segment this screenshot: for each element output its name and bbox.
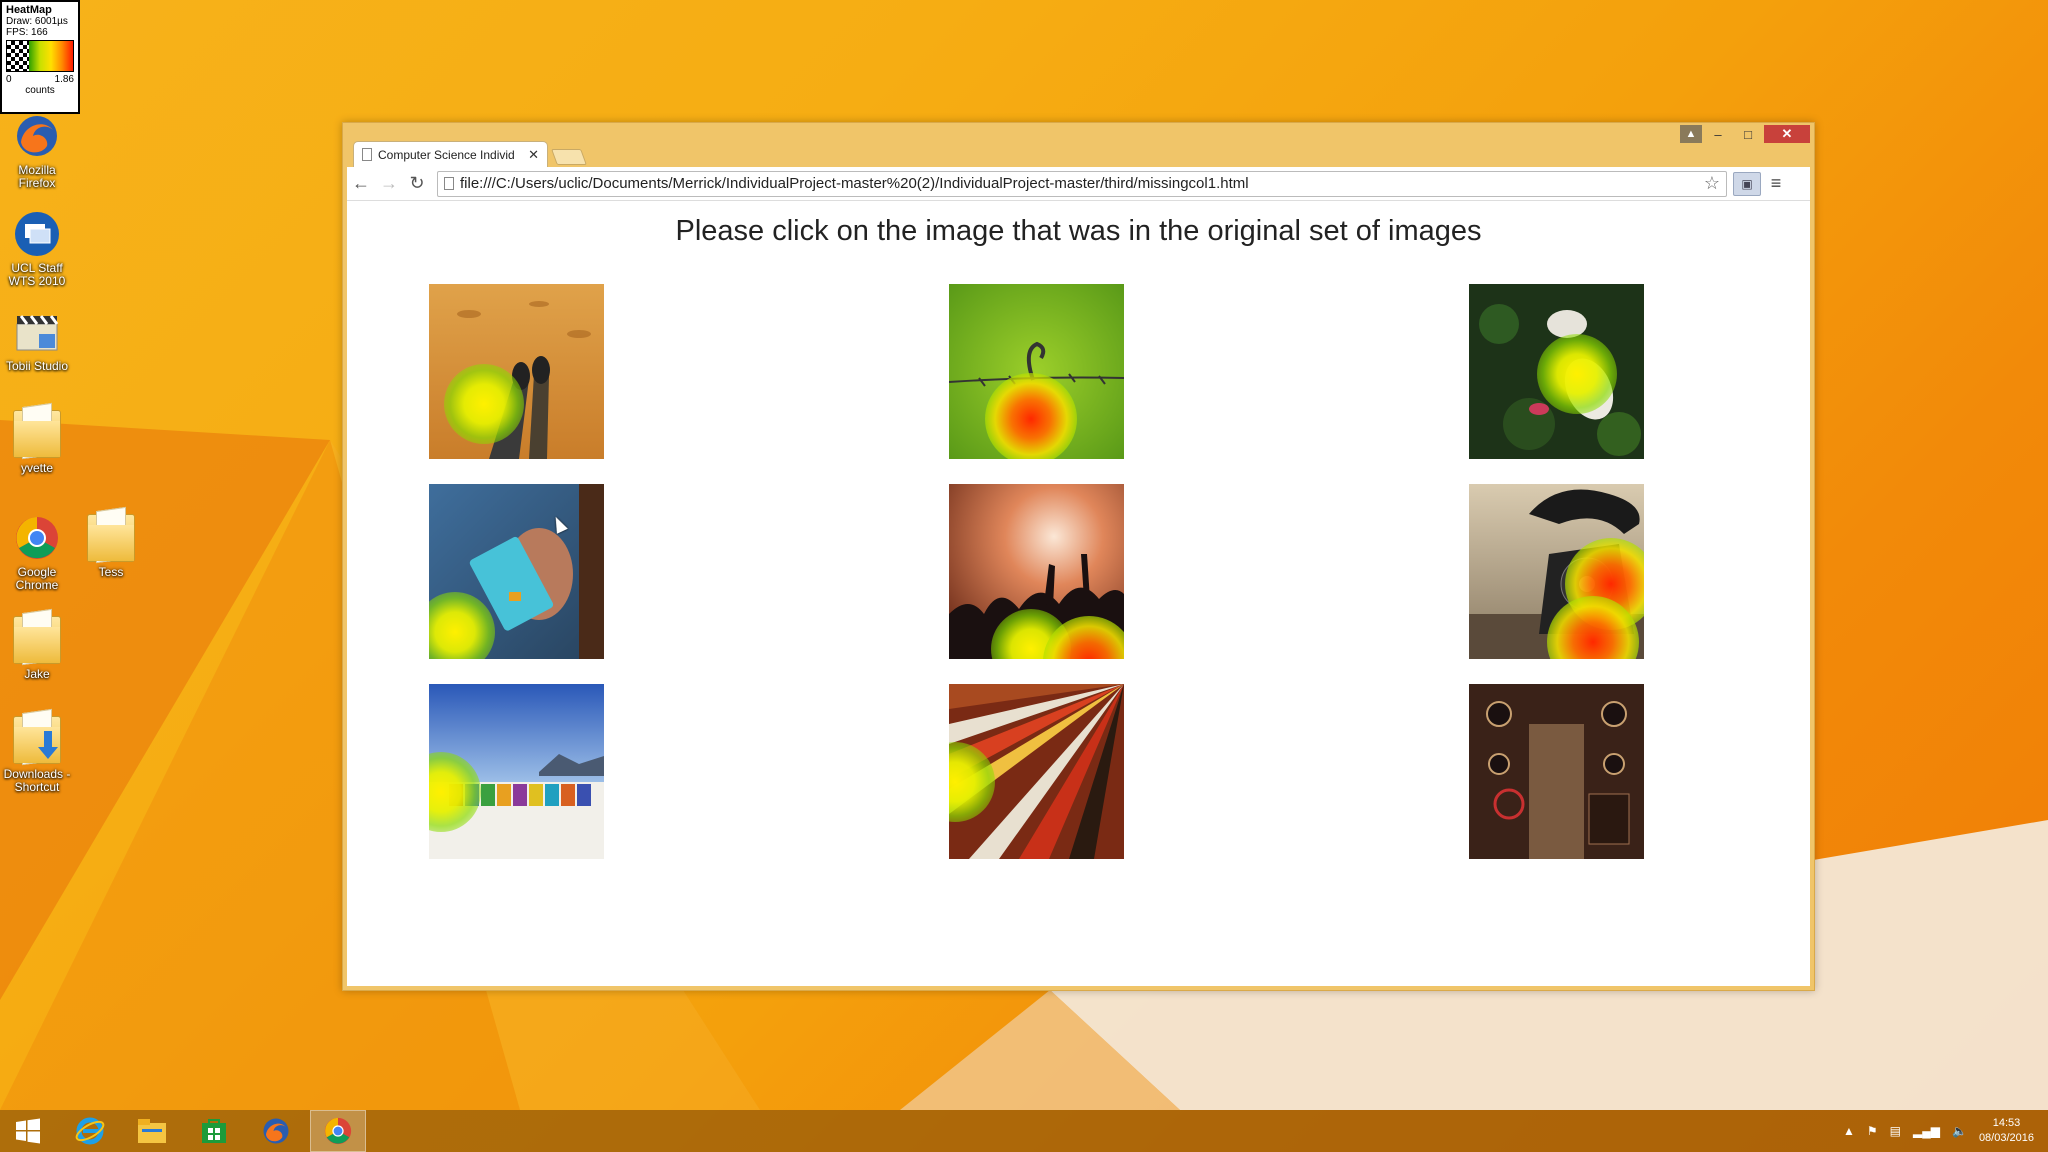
action-center-flag-icon[interactable]: ⚑ (1867, 1124, 1878, 1138)
clock-date: 08/03/2016 (1978, 1132, 2034, 1144)
colourful-rug-image (949, 684, 1124, 859)
desktop-icon-google-chrome[interactable]: Google Chrome (2, 514, 72, 592)
credit-card-image (429, 484, 604, 659)
image-option-machine-room[interactable] (1469, 684, 1644, 859)
page-icon (362, 148, 372, 161)
folder-icon (87, 514, 135, 562)
signal-bars-icon[interactable]: ▂▄▆ (1913, 1124, 1940, 1138)
taskbar-file-explorer[interactable] (124, 1110, 180, 1152)
bookmark-star-icon[interactable]: ☆ (1704, 173, 1720, 194)
extension-icon[interactable]: ▣ (1733, 171, 1761, 196)
browser-tab[interactable]: Computer Science Individ ✕ (353, 141, 548, 167)
start-button[interactable] (0, 1110, 56, 1152)
desktop-icon-tess[interactable]: Tess (76, 514, 146, 579)
image-option-credit-card[interactable] (429, 484, 604, 659)
forward-arrow-icon[interactable]: → (375, 173, 403, 194)
internet-explorer-icon (75, 1117, 105, 1145)
taskbar: ▲ ⚑ ▤ ▂▄▆ 🔈 14:53 08/03/2016 (0, 1110, 2048, 1152)
clock-time: 14:53 (1992, 1117, 2021, 1129)
heatmap-draw-time: Draw: 6001µs (6, 16, 68, 27)
heatmap-gradient (29, 41, 73, 71)
start-icon (16, 1118, 40, 1144)
address-bar[interactable]: file:///C:/Users/uclic/Documents/Merrick… (437, 170, 1727, 197)
white-flower-image (1469, 284, 1644, 459)
file-explorer-icon (138, 1119, 166, 1143)
heatmap-units: counts (25, 85, 55, 96)
firefox-icon (263, 1118, 289, 1144)
folder-icon (13, 616, 61, 664)
desktop-icon-label: yvette (20, 461, 53, 475)
image-option-beach-huts[interactable] (429, 684, 604, 859)
back-arrow-icon[interactable]: ← (347, 173, 375, 194)
network-device-icon[interactable]: ▤ (1890, 1124, 1901, 1138)
reload-icon[interactable]: ↻ (403, 173, 431, 194)
desert-feet-image (429, 284, 604, 459)
desktop-icon-label: Tess (98, 565, 124, 579)
image-option-desert-feet[interactable] (429, 284, 604, 459)
desktop-icon-yvette[interactable]: yvette (2, 410, 72, 475)
heatmap-range-min: 0 (6, 74, 12, 85)
heatmap-range-max: 1.86 (54, 74, 74, 85)
taskbar-clock[interactable]: 14:53 08/03/2016 (1979, 1116, 2034, 1146)
browser-toolbar: ← → ↻ file:///C:/Users/uclic/Documents/M… (347, 167, 1810, 201)
chrome-browser-window: ▲ – □ ✕ Computer Science Individ ✕ ← → ↻… (342, 122, 1815, 991)
remote-desktop-icon (13, 210, 61, 258)
close-button[interactable]: ✕ (1764, 125, 1810, 143)
file-page-icon (444, 177, 454, 190)
heatmap-title: HeatMap (6, 4, 52, 16)
desktop-icon-label: Jake (24, 667, 50, 681)
desktop-icon-label: Google Chrome (15, 565, 59, 592)
address-url[interactable]: file:///C:/Users/uclic/Documents/Merrick… (460, 175, 1698, 192)
minimize-button[interactable]: – (1704, 125, 1732, 143)
desktop-icon-downloads-shortcut[interactable]: Downloads - Shortcut (2, 716, 72, 794)
new-tab-button[interactable] (551, 149, 587, 165)
user-icon[interactable]: ▲ (1680, 125, 1702, 143)
desktop-icon-label: Tobii Studio (5, 359, 69, 373)
maximize-button[interactable]: □ (1734, 125, 1762, 143)
tab-title: Computer Science Individ (378, 147, 515, 162)
desktop-icon-tobii-studio[interactable]: Tobii Studio (2, 308, 72, 373)
window-controls: ▲ – □ ✕ (1680, 125, 1810, 143)
heatmap-legend: HeatMap Draw: 6001µs FPS: 166 0 1.86 cou… (0, 0, 80, 114)
desktop-icon-jake[interactable]: Jake (2, 616, 72, 681)
page-heading: Please click on the image that was in th… (675, 215, 1482, 247)
heatmap-transparent-swatch (7, 41, 29, 71)
barbed-wire-image (949, 284, 1124, 459)
image-option-concert-crowd[interactable] (949, 484, 1124, 659)
desktop-icon-label: Downloads - Shortcut (3, 767, 71, 794)
desktop-icon-label: UCL Staff WTS 2010 (8, 261, 66, 288)
taskbar-firefox[interactable] (248, 1110, 304, 1152)
menu-hamburger-icon[interactable]: ≡ (1761, 173, 1791, 194)
store-icon (202, 1119, 226, 1143)
taskbar-store[interactable] (186, 1110, 242, 1152)
chrome-icon (324, 1117, 352, 1145)
chrome-icon (13, 514, 61, 562)
firefox-icon (13, 112, 61, 160)
page-viewport: Please click on the image that was in th… (347, 201, 1810, 986)
image-option-white-flower[interactable] (1469, 284, 1644, 459)
show-hidden-icons-chevron-icon[interactable]: ▲ (1843, 1124, 1855, 1138)
image-option-rotary-telephone[interactable] (1469, 484, 1644, 659)
image-option-barbed-wire[interactable] (949, 284, 1124, 459)
rotary-telephone-image (1469, 484, 1644, 659)
folder-icon (13, 410, 61, 458)
tab-strip: Computer Science Individ ✕ (353, 139, 587, 167)
desktop-icon-ucl-staff-wts[interactable]: UCL Staff WTS 2010 (2, 210, 72, 288)
system-tray: ▲ ⚑ ▤ ▂▄▆ 🔈 14:53 08/03/2016 (1843, 1110, 2034, 1152)
beach-huts-image (429, 684, 604, 859)
image-option-colourful-rug[interactable] (949, 684, 1124, 859)
concert-crowd-image (949, 484, 1124, 659)
volume-icon[interactable]: 🔈 (1952, 1124, 1967, 1138)
machine-room-image (1469, 684, 1644, 859)
tab-close-icon[interactable]: ✕ (528, 147, 539, 163)
taskbar-chrome[interactable] (310, 1110, 366, 1152)
heatmap-fps: FPS: 166 (6, 27, 48, 38)
desktop-icon-firefox[interactable]: Mozilla Firefox (2, 112, 72, 190)
clapperboard-icon (13, 308, 61, 356)
desktop-icon-label: Mozilla Firefox (18, 163, 56, 190)
heatmap-color-scale (6, 40, 74, 72)
downloads-folder-icon (13, 716, 61, 764)
taskbar-internet-explorer[interactable] (62, 1110, 118, 1152)
